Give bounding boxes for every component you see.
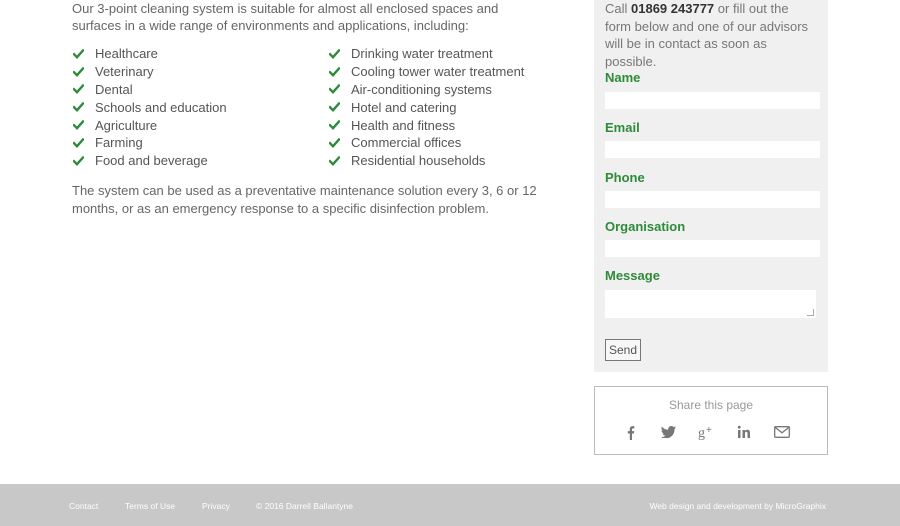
checkmark-icon (72, 66, 84, 78)
checkmark-icon (72, 137, 84, 149)
share-icons: g + (617, 421, 807, 443)
message-field[interactable] (605, 290, 816, 318)
twitter-icon[interactable] (657, 421, 679, 443)
list-item: Healthcare (72, 45, 227, 63)
phone-field[interactable] (605, 191, 820, 208)
list-item: Health and fitness (328, 116, 524, 134)
checkmark-icon (72, 48, 84, 60)
list-item-label: Cooling tower water treatment (351, 64, 525, 80)
list-item: Air-conditioning systems (328, 81, 524, 99)
list-item-label: Commercial offices (351, 135, 462, 151)
list-item: Hotel and catering (328, 98, 524, 116)
checkmark-icon (72, 83, 84, 95)
list-item: Commercial offices (328, 134, 524, 152)
list-item-label: Farming (95, 135, 143, 151)
list-item: Agriculture (72, 116, 227, 134)
phone-number: 01869 243777 (631, 1, 715, 16)
phone-label: Phone (605, 170, 645, 185)
list-item-label: Hotel and catering (351, 99, 457, 115)
svg-text:g: g (698, 426, 705, 440)
list-item-label: Dental (95, 81, 133, 97)
list-item-label: Residential households (351, 153, 486, 169)
right-list: Drinking water treatment Cooling tower wa… (328, 45, 524, 170)
checkmark-icon (328, 101, 340, 113)
checkmark-icon (328, 48, 340, 60)
list-item-label: Agriculture (95, 117, 158, 133)
share-title: Share this page (668, 398, 754, 412)
organisation-field[interactable] (605, 240, 820, 257)
list-item-label: Health and fitness (351, 117, 456, 133)
list-item-label: Schools and education (95, 99, 227, 115)
facebook-icon[interactable] (619, 421, 641, 443)
email-field[interactable] (605, 141, 820, 158)
list-item: Drinking water treatment (328, 45, 524, 63)
list-item-label: Veterinary (95, 64, 154, 80)
contact-panel: Call 01869 243777 or fill out the form b… (594, 0, 828, 372)
email-icon[interactable] (771, 421, 793, 443)
list-item: Dental (72, 81, 227, 99)
list-item: Food and beverage (72, 152, 227, 170)
footer: Contact Terms of Use Privacy © 2016 Darr… (0, 484, 900, 526)
organisation-label: Organisation (605, 219, 686, 234)
checkmark-icon (328, 137, 340, 149)
outro-paragraph: The system can be used as a preventative… (72, 183, 537, 216)
send-button[interactable]: Send (605, 339, 642, 361)
copyright: © 2016 Darrell Ballantyne (256, 501, 353, 511)
checkmark-icon (328, 83, 340, 95)
name-field[interactable] (605, 92, 820, 109)
left-list: Healthcare Veterinary Dental Schools and ed… (72, 45, 227, 170)
list-item-label: Healthcare (95, 46, 158, 62)
name-label: Name (605, 70, 641, 85)
checkmark-icon (328, 155, 340, 167)
message-label: Message (605, 268, 660, 283)
list-item: Farming (72, 134, 227, 152)
svg-text:+: + (706, 425, 712, 436)
list-item-label: Food and beverage (95, 153, 208, 169)
footer-link-privacy[interactable]: Privacy (202, 501, 230, 511)
contact-intro-pre: Call (605, 1, 632, 16)
checkmark-icon (328, 119, 340, 131)
footer-link-terms[interactable]: Terms of Use (125, 501, 175, 511)
share-box: Share this page g + (594, 386, 828, 455)
google-plus-icon[interactable]: g + (695, 421, 717, 443)
list-item-label: Air-conditioning systems (351, 81, 492, 97)
checkmark-icon (72, 119, 84, 131)
checkmark-icon (72, 155, 84, 167)
list-item: Schools and education (72, 98, 227, 116)
contact-intro: Call 01869 243777 or fill out the form b… (605, 0, 815, 70)
list-item: Residential households (328, 152, 524, 170)
email-label: Email (605, 120, 640, 135)
list-item: Cooling tower water treatment (328, 63, 524, 81)
linkedin-icon[interactable] (733, 421, 755, 443)
resize-handle[interactable] (807, 309, 814, 316)
checkmark-icon (328, 66, 340, 78)
list-item-label: Drinking water treatment (351, 46, 493, 62)
intro-paragraph: Our 3-point cleaning system is suitable … (72, 1, 499, 33)
footer-credit-link[interactable]: Web design and development by MicroGraph… (649, 501, 826, 511)
checkmark-icon (72, 101, 84, 113)
footer-link-contact[interactable]: Contact (69, 501, 98, 511)
list-item: Veterinary (72, 63, 227, 81)
